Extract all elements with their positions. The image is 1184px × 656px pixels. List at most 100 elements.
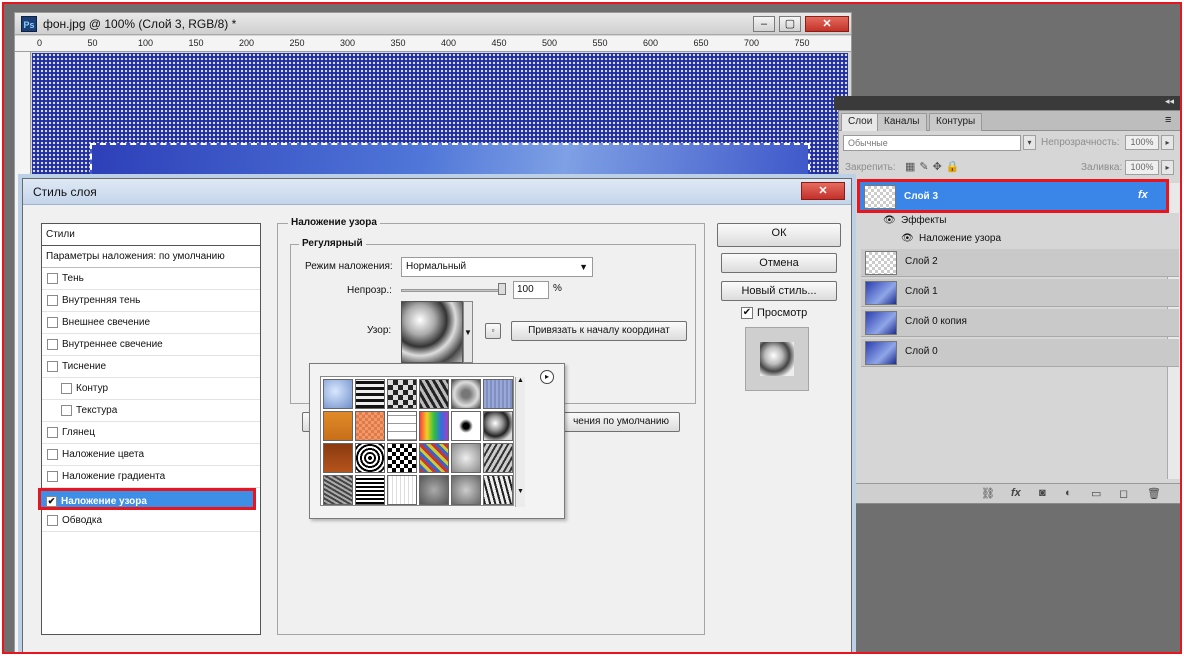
style-item[interactable]: Контур [42, 378, 260, 400]
style-checkbox[interactable] [61, 383, 72, 394]
style-checkbox[interactable] [47, 427, 58, 438]
opacity-slider[interactable] [401, 289, 505, 292]
style-item[interactable]: Обводка [42, 510, 260, 532]
style-item[interactable]: Внешнее свечение [42, 312, 260, 334]
pattern-swatch-option[interactable] [387, 475, 417, 505]
panel-menu-icon[interactable]: ≡ [1165, 114, 1171, 126]
layer-blend-mode-select[interactable]: Обычные [843, 135, 1021, 151]
fill-arrow-icon[interactable]: ▸ [1161, 160, 1174, 175]
blend-mode-select[interactable]: Нормальный ▼ [401, 257, 593, 277]
layer-row-sloy3[interactable]: Слой 3 fx [857, 179, 1169, 213]
pattern-swatch-option[interactable] [451, 475, 481, 505]
opacity-arrow-icon[interactable]: ▸ [1161, 135, 1174, 150]
pattern-swatch-option[interactable] [323, 475, 353, 505]
dialog-titlebar[interactable]: Стиль слоя ✕ [23, 179, 851, 205]
mask-icon[interactable]: ◙ [1039, 487, 1046, 499]
cancel-button[interactable]: Отмена [721, 253, 837, 273]
style-checkbox[interactable] [47, 339, 58, 350]
maximize-button[interactable]: ▢ [779, 16, 801, 32]
pattern-swatch-option[interactable] [451, 379, 481, 409]
pattern-swatch-option[interactable] [419, 475, 449, 505]
style-checkbox[interactable] [47, 471, 58, 482]
layer-row-sloy2[interactable]: Слой 2 [861, 249, 1179, 277]
group-icon[interactable]: ▭ [1091, 487, 1101, 500]
style-checkbox[interactable] [47, 449, 58, 460]
pattern-swatch-option[interactable] [419, 443, 449, 473]
pattern-swatch-option[interactable] [387, 379, 417, 409]
pattern-swatch-option[interactable] [451, 411, 481, 441]
snap-to-origin-button[interactable]: Привязать к началу координат [511, 321, 687, 341]
panel-dock-bar[interactable]: ◂◂ [834, 96, 1180, 110]
pattern-swatch[interactable] [401, 301, 463, 363]
opacity-input[interactable]: 100 [513, 281, 549, 299]
ok-button[interactable]: ОК [717, 223, 841, 247]
pattern-swatch-option[interactable] [419, 411, 449, 441]
link-icon[interactable]: ⛓ [981, 487, 995, 500]
new-style-button[interactable]: Новый стиль... [721, 281, 837, 301]
eye-icon[interactable]: 👁 [901, 233, 914, 244]
new-layer-icon[interactable]: ◻ [1119, 487, 1128, 500]
close-document-button[interactable]: ✕ [805, 16, 849, 32]
adjustment-icon[interactable]: ◐ [1065, 487, 1072, 499]
layer-row-sloy1[interactable]: Слой 1 [861, 279, 1179, 307]
pattern-swatch-option[interactable] [387, 411, 417, 441]
opacity-field[interactable]: 100% [1125, 135, 1159, 150]
blending-options-item[interactable]: Параметры наложения: по умолчанию [42, 246, 260, 268]
pattern-swatch-option[interactable] [451, 443, 481, 473]
style-item[interactable]: Внутреннее свечение [42, 334, 260, 356]
pattern-swatch-option[interactable] [387, 443, 417, 473]
effects-row[interactable]: 👁 Эффекты [861, 213, 1179, 231]
dialog-close-button[interactable]: ✕ [801, 182, 845, 200]
layer-row-sloy0-copy[interactable]: Слой 0 копия [861, 309, 1179, 337]
styles-header[interactable]: Стили [42, 224, 260, 246]
style-checkbox[interactable] [47, 361, 58, 372]
tab-layers[interactable]: Слои [841, 113, 880, 131]
scroll-down-icon[interactable]: ▼ [516, 488, 525, 495]
pattern-swatch-option[interactable] [483, 443, 513, 473]
style-item[interactable]: Глянец [42, 422, 260, 444]
style-checkbox[interactable] [47, 273, 58, 284]
pattern-swatch-option[interactable] [419, 379, 449, 409]
trash-icon[interactable]: 🗑 [1147, 487, 1161, 500]
pattern-swatch-option[interactable] [323, 443, 353, 473]
style-item[interactable]: Тень [42, 268, 260, 290]
opacity-slider-thumb[interactable] [498, 283, 506, 295]
style-item[interactable]: ✔ Наложение узора [38, 488, 256, 510]
blend-dropdown-icon[interactable]: ▾ [1023, 135, 1036, 150]
style-checkbox[interactable] [47, 317, 58, 328]
pattern-swatch-option[interactable] [355, 475, 385, 505]
minimize-button[interactable]: ‒ [753, 16, 775, 32]
picker-menu-icon[interactable]: ▸ [540, 370, 554, 384]
tab-channels[interactable]: Каналы [877, 113, 927, 131]
add-style-icon[interactable]: fx [1011, 487, 1021, 499]
pattern-swatch-option[interactable] [483, 379, 513, 409]
pattern-swatch-option[interactable] [483, 411, 513, 441]
pattern-swatch-option[interactable] [483, 475, 513, 505]
style-item[interactable]: Наложение градиента [42, 466, 260, 488]
layer-row-sloy0[interactable]: Слой 0 [861, 339, 1179, 367]
pattern-swatch-option[interactable] [355, 411, 385, 441]
fx-icon[interactable]: fx [1138, 189, 1148, 201]
collapse-icon[interactable]: ◂◂ [1165, 96, 1174, 107]
pattern-swatch-option[interactable] [355, 379, 385, 409]
pattern-swatch-option[interactable] [323, 411, 353, 441]
style-checkbox[interactable] [47, 295, 58, 306]
scroll-up-icon[interactable]: ▲ [516, 377, 525, 384]
fill-field[interactable]: 100% [1125, 160, 1159, 175]
style-item[interactable]: Тиснение [42, 356, 260, 378]
new-preset-icon[interactable]: ▫ [485, 323, 501, 339]
pattern-swatch-option[interactable] [323, 379, 353, 409]
lock-icons[interactable]: ▦✎✥🔒 [905, 160, 964, 173]
preview-checkbox[interactable]: ✔ [741, 307, 753, 319]
tab-paths[interactable]: Контуры [929, 113, 983, 131]
pattern-swatch-option[interactable] [355, 443, 385, 473]
document-titlebar[interactable]: Ps фон.jpg @ 100% (Слой 3, RGB/8) * ‒ ▢ … [15, 13, 851, 35]
style-checkbox[interactable]: ✔ [46, 496, 57, 507]
style-item[interactable]: Текстура [42, 400, 260, 422]
eye-icon[interactable]: 👁 [883, 215, 896, 226]
style-checkbox[interactable] [47, 515, 58, 526]
style-item[interactable]: Наложение цвета [42, 444, 260, 466]
style-checkbox[interactable] [61, 405, 72, 416]
effect-pattern-row[interactable]: 👁 Наложение узора [861, 231, 1179, 249]
picker-scrollbar[interactable]: ▲ ▼ [515, 377, 525, 507]
